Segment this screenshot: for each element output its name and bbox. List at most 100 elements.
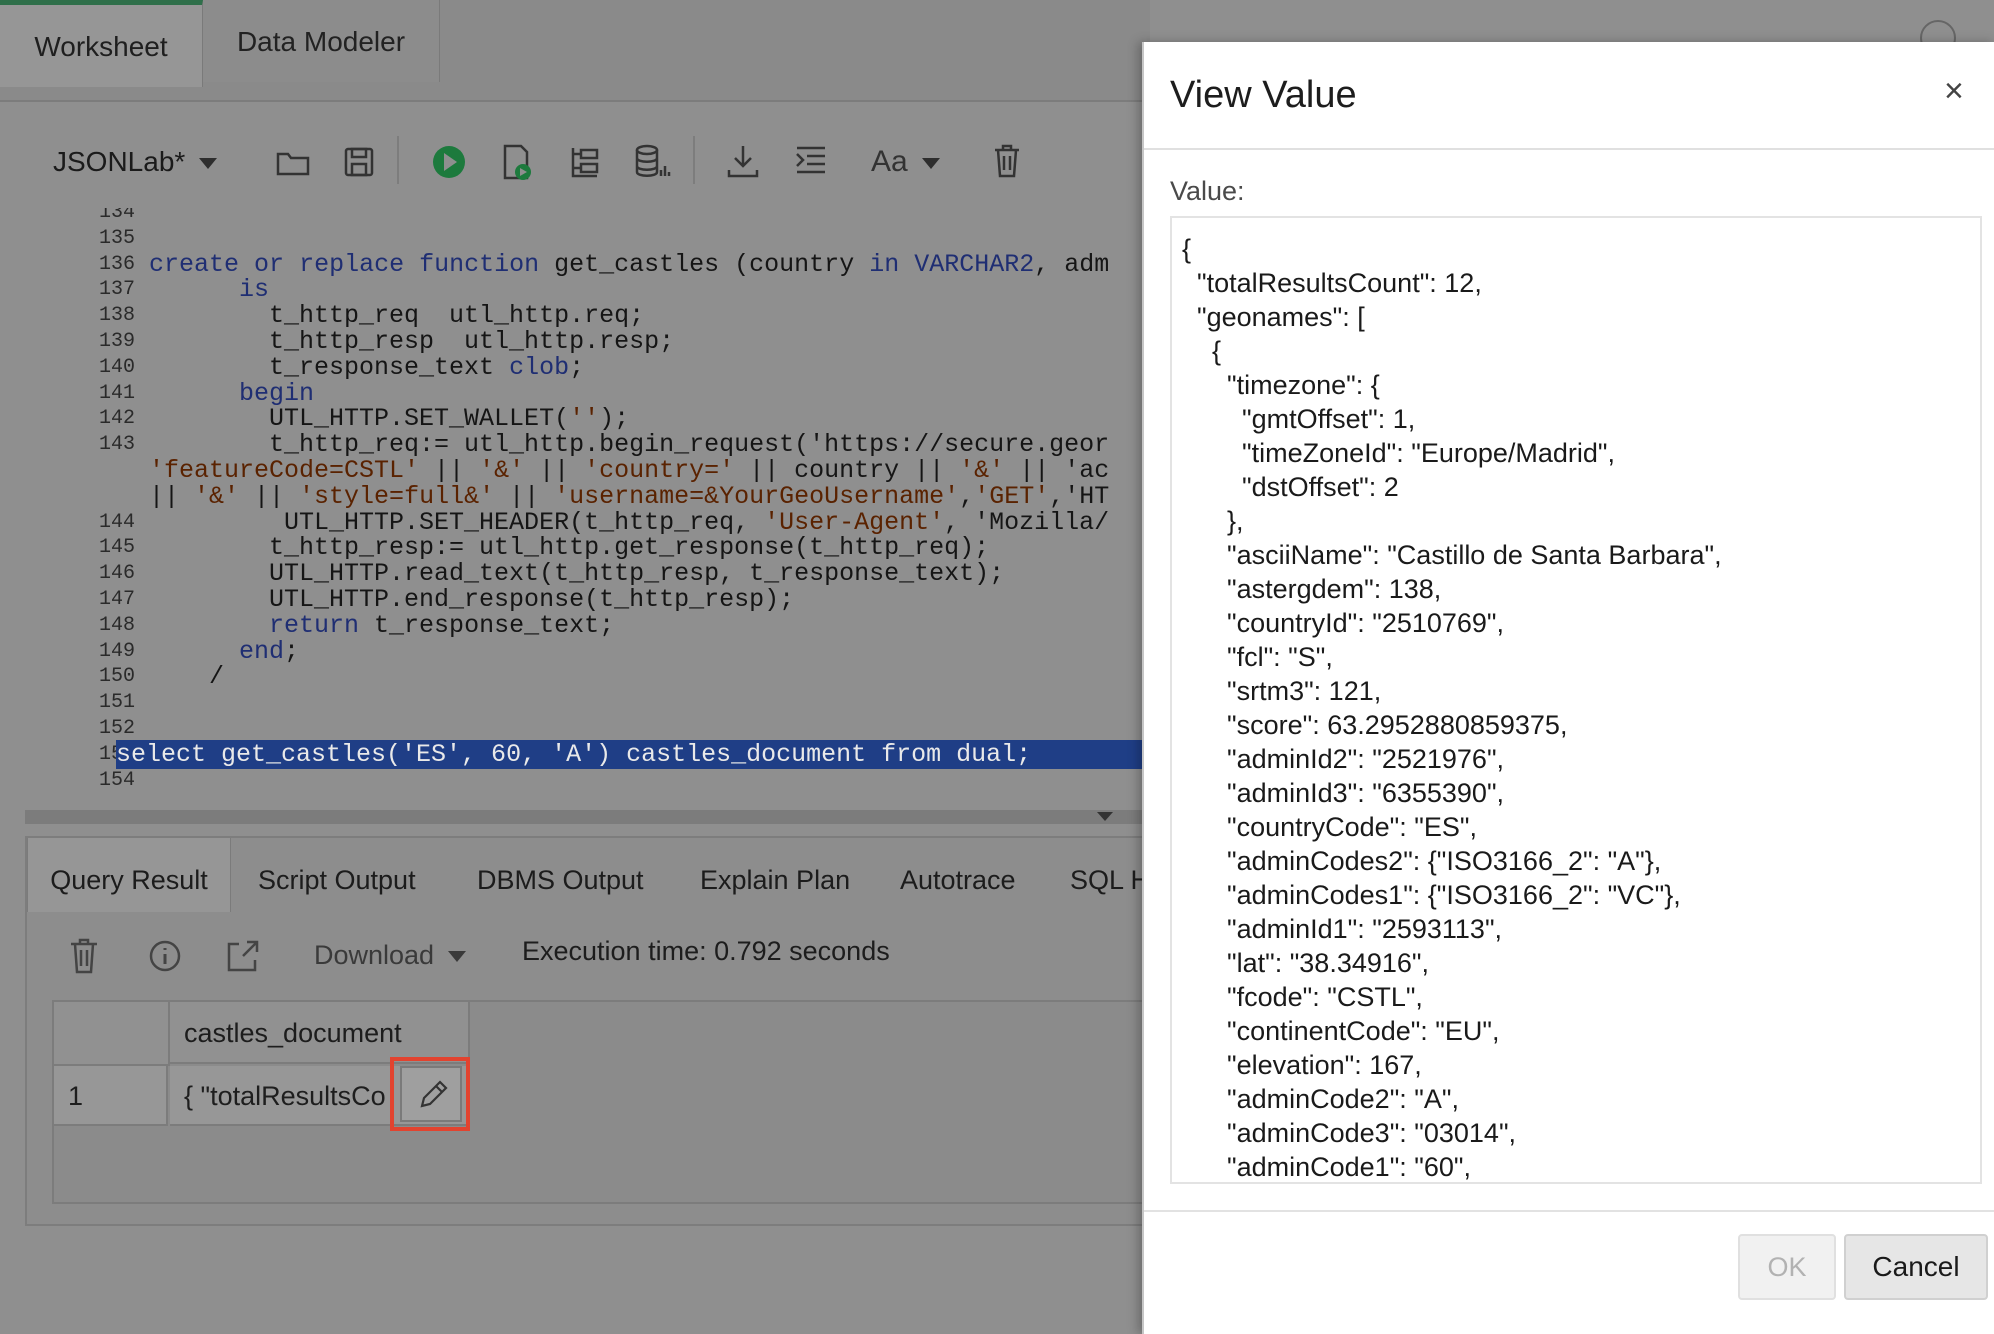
cancel-button[interactable]: Cancel xyxy=(1844,1234,1988,1300)
value-label: Value: xyxy=(1170,176,1245,206)
code-line: t_http_req utl_http.req; xyxy=(149,301,645,331)
json-line: "fcode": "CSTL", xyxy=(1182,982,1423,1012)
line-number: 142 xyxy=(98,407,135,431)
json-line: "adminId1": "2593113", xyxy=(1182,914,1503,944)
run-statement-icon[interactable] xyxy=(429,140,469,184)
json-line: "srtm3": 121, xyxy=(1182,676,1382,706)
json-line: "dstOffset": 2 xyxy=(1182,472,1399,502)
json-line: "adminId3": "6355390", xyxy=(1182,778,1505,808)
json-line: }, xyxy=(1182,506,1244,536)
code-line: select get_castles('ES', 60, 'A') castle… xyxy=(116,739,1150,769)
download-icon[interactable] xyxy=(725,140,761,184)
json-line: "timeZoneId": "Europe/Madrid", xyxy=(1182,438,1616,468)
tab-script-output[interactable]: Script Output xyxy=(258,838,416,912)
code-line: create or replace function get_castles (… xyxy=(149,249,1110,279)
chevron-down-icon xyxy=(199,158,218,170)
delete-result-icon[interactable] xyxy=(67,936,101,976)
editor-scrollbar[interactable] xyxy=(25,810,1150,824)
tab-autotrace[interactable]: Autotrace xyxy=(900,838,1016,912)
code-line: UTL_HTTP.read_text(t_http_resp, t_respon… xyxy=(149,559,1005,589)
tab-query-result[interactable]: Query Result xyxy=(27,838,231,912)
json-line: "adminCode2": "A", xyxy=(1182,1084,1459,1114)
line-number: 144 xyxy=(98,510,135,534)
toolbar-divider xyxy=(693,136,695,184)
line-number: 151 xyxy=(98,691,135,715)
line-number: 140 xyxy=(98,355,135,379)
chevron-down-icon xyxy=(921,157,940,169)
sql-editor[interactable]: 134 135 136 create or replace function get_… xyxy=(25,208,1150,810)
json-line: { xyxy=(1182,234,1192,264)
line-number: 147 xyxy=(98,588,135,611)
download-menu[interactable]: Download xyxy=(314,940,467,971)
autotrace-icon[interactable] xyxy=(633,140,673,184)
result-toolbar: Download Execution time: 0.792 seconds xyxy=(27,914,1152,1000)
line-number: 138 xyxy=(98,304,135,328)
edit-value-button[interactable] xyxy=(400,1066,462,1122)
tab-worksheet[interactable]: Worksheet xyxy=(0,0,203,87)
json-line: "elevation": 167, xyxy=(1182,1050,1422,1080)
code-line: UTL_HTTP.end_response(t_http_resp); xyxy=(149,585,795,614)
open-folder-icon[interactable] xyxy=(275,140,311,184)
explain-plan-icon[interactable] xyxy=(567,140,603,184)
line-number: 154 xyxy=(98,768,135,792)
code-line: UTL_HTTP.SET_HEADER(t_http_req, 'User-Ag… xyxy=(149,507,1110,537)
worksheet-toolbar: JSONLab* Aa xyxy=(25,128,1150,210)
clear-trash-icon[interactable] xyxy=(989,140,1025,184)
json-line: "astergdem": 138, xyxy=(1182,574,1442,604)
value-textarea[interactable]: { "totalResultsCount": 12, "geonames": [… xyxy=(1170,216,1982,1184)
line-number: 143 xyxy=(98,433,135,457)
tab-explain-plan[interactable]: Explain Plan xyxy=(700,838,850,912)
json-line: "score": 63.2952880859375, xyxy=(1182,710,1568,740)
open-external-icon[interactable] xyxy=(225,938,261,974)
line-number: 149 xyxy=(98,639,135,663)
json-value-text: { "totalResultsCount": 12, "geonames": [… xyxy=(1182,232,1722,1182)
json-line: "gmtOffset": 1, xyxy=(1182,404,1416,434)
close-icon[interactable]: × xyxy=(1944,72,1964,111)
view-value-dialog: View Value × Value: { "totalResultsCount… xyxy=(1142,42,1994,1334)
font-size-label: Aa xyxy=(871,145,908,178)
code-line: || '&' || 'style=full&' || 'username=&Yo… xyxy=(149,481,1110,511)
line-number: 146 xyxy=(98,562,135,586)
json-line: "asciiName": "Castillo de Santa Barbara"… xyxy=(1182,540,1722,570)
run-script-icon[interactable] xyxy=(499,140,535,184)
line-number: 134 xyxy=(98,208,135,224)
line-number: 135 xyxy=(98,226,135,250)
code-line: t_http_resp utl_http.resp; xyxy=(149,327,675,356)
worksheet-selector[interactable]: JSONLab* xyxy=(53,140,218,184)
code-line: is xyxy=(239,275,270,305)
tab-dbms-output[interactable]: DBMS Output xyxy=(477,838,644,912)
pencil-icon xyxy=(420,1080,448,1108)
row-number-header xyxy=(54,1002,170,1066)
worksheet-name: JSONLab* xyxy=(53,146,186,177)
line-number: 152 xyxy=(98,717,135,740)
json-line: "totalResultsCount": 12, xyxy=(1182,268,1482,298)
json-line: "adminCode3": "03014", xyxy=(1182,1118,1517,1148)
json-line: "fcl": "S", xyxy=(1182,642,1333,672)
code-line: 'featureCode=CSTL' || '&' || 'country=' … xyxy=(149,456,1110,485)
json-line: "adminId2": "2521976", xyxy=(1182,744,1505,774)
result-grid: castles_document 1 { "totalResultsCo xyxy=(52,1000,1156,1204)
font-size-menu[interactable]: Aa xyxy=(871,140,940,184)
divider xyxy=(1144,148,1994,150)
top-tab-bar: Worksheet Data Modeler xyxy=(0,0,1150,102)
column-header-castles-document[interactable]: castles_document xyxy=(170,1002,470,1064)
code-line: return t_response_text; xyxy=(269,610,615,640)
chevron-down-icon xyxy=(1097,812,1113,821)
code-line: / xyxy=(149,662,225,692)
line-number: 145 xyxy=(98,536,135,560)
code-line: t_http_resp:= utl_http.get_response(t_ht… xyxy=(149,533,990,563)
save-icon[interactable] xyxy=(343,140,375,184)
json-line: "continentCode": "EU", xyxy=(1182,1016,1500,1046)
code-line: t_response_text clob; xyxy=(149,352,585,382)
code-line: end; xyxy=(239,636,300,666)
line-number: 137 xyxy=(98,278,135,302)
ok-button[interactable]: OK xyxy=(1738,1234,1836,1300)
line-number: 136 xyxy=(98,252,135,276)
download-label: Download xyxy=(314,940,435,970)
divider xyxy=(1144,1210,1994,1212)
line-number: 150 xyxy=(98,665,135,689)
tab-sql-history[interactable]: SQL H xyxy=(1070,838,1150,912)
info-icon[interactable] xyxy=(147,938,183,974)
format-indent-icon[interactable] xyxy=(793,140,829,184)
tab-data-modeler[interactable]: Data Modeler xyxy=(203,0,440,82)
